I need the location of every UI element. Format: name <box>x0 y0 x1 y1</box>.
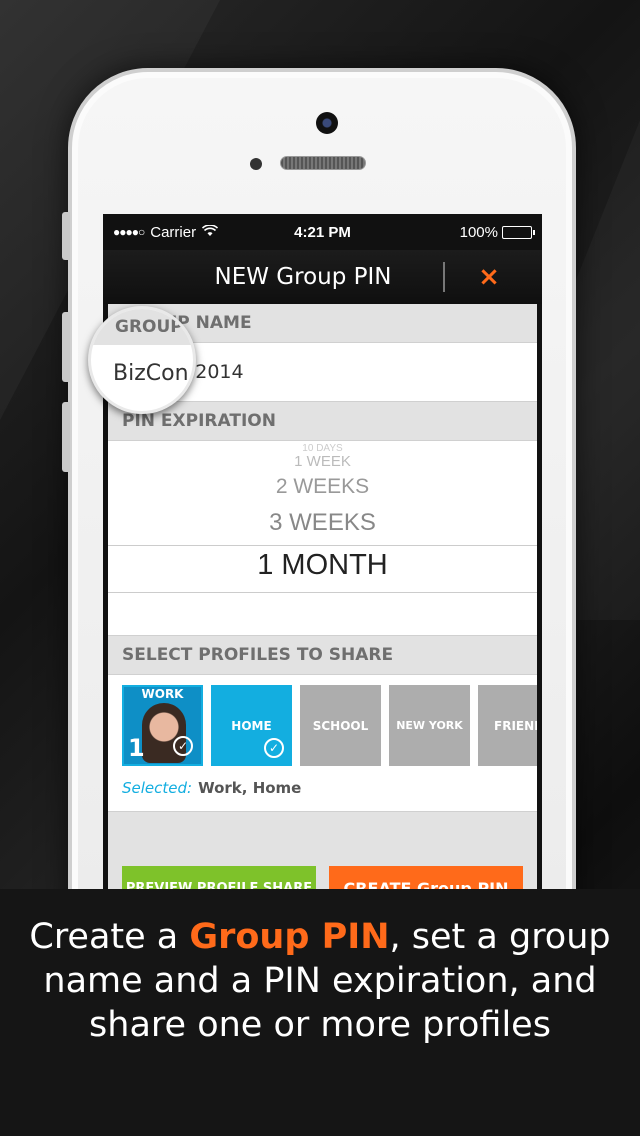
status-bar: ●●●●○ Carrier 4:21 PM 100% <box>103 214 542 250</box>
battery-indicator: 100% <box>459 223 535 241</box>
profile-tile-label: WORK <box>141 687 184 701</box>
profile-tile-school[interactable]: SCHOOL <box>300 685 381 766</box>
volume-up-button <box>62 312 70 382</box>
close-icon: × <box>478 262 500 292</box>
battery-icon <box>502 225 535 239</box>
carrier-label: Carrier <box>150 223 197 241</box>
picker-option[interactable]: 2 WEEKS <box>108 475 537 499</box>
expiration-picker[interactable]: 10 DAYS 1 WEEK 2 WEEKS 3 WEEKS 1 MONTH <box>108 440 537 636</box>
profile-tile-label: HOME <box>231 718 272 733</box>
profile-tile-work[interactable]: WORK 1 ✓ <box>122 685 203 766</box>
nav-divider <box>443 262 445 292</box>
navigation-bar: NEW Group PIN × <box>103 250 542 304</box>
profile-tile-label: SCHOOL <box>312 718 369 733</box>
profile-count-badge: 1 <box>128 734 145 762</box>
caption-line-2: name and a PIN expiration, and <box>43 961 597 1001</box>
magnified-input-text: BizCon <box>113 361 189 386</box>
mute-switch <box>62 212 70 260</box>
profiles-panel: WORK 1 ✓ HOME ✓ SCHOOL NEW YORK FRIENDS <box>108 674 537 812</box>
volume-down-button <box>62 402 70 472</box>
check-icon: ✓ <box>173 736 193 756</box>
pin-expiration-header: PIN EXPIRATION <box>122 411 276 431</box>
check-icon: ✓ <box>264 738 284 758</box>
caption-accent: Group PIN <box>189 917 390 957</box>
caption-text: , set a group <box>389 917 611 957</box>
profile-tile-home[interactable]: HOME ✓ <box>211 685 292 766</box>
picker-option[interactable]: 1 WEEK <box>108 453 537 470</box>
front-camera <box>316 112 338 134</box>
close-button[interactable]: × <box>471 260 507 294</box>
selected-value: Work, Home <box>198 779 302 797</box>
picker-option[interactable]: 3 WEEKS <box>108 509 537 537</box>
profile-tiles: WORK 1 ✓ HOME ✓ SCHOOL NEW YORK FRIENDS <box>122 685 537 766</box>
proximity-sensor <box>250 158 262 170</box>
selected-label: Selected: <box>122 779 193 797</box>
caption-line-3: share one or more profiles <box>89 1005 551 1045</box>
magnifier-loupe: GROUP BizCon <box>88 306 196 414</box>
picker-selected-option[interactable]: 1 MONTH <box>108 549 537 582</box>
profile-tile-label: FRIENDS <box>494 718 537 733</box>
profile-tile-label: NEW YORK <box>396 719 463 732</box>
selected-profiles-line: Selected: Work, Home <box>122 779 301 797</box>
caption-text: Create a <box>29 917 190 957</box>
profile-tile-friends[interactable]: FRIENDS <box>478 685 537 766</box>
promo-caption: Create a Group PIN, set a group name and… <box>0 889 640 1136</box>
wifi-icon <box>202 224 219 240</box>
profile-tile-new-york[interactable]: NEW YORK <box>389 685 470 766</box>
magnified-header-text: GROUP <box>115 317 183 337</box>
earpiece-speaker <box>280 156 366 170</box>
caption-line-1: Create a Group PIN, set a group <box>0 915 640 959</box>
signal-icon: ●●●●○ <box>113 225 145 239</box>
profiles-header: SELECT PROFILES TO SHARE <box>122 645 394 665</box>
battery-percent: 100% <box>459 223 498 241</box>
